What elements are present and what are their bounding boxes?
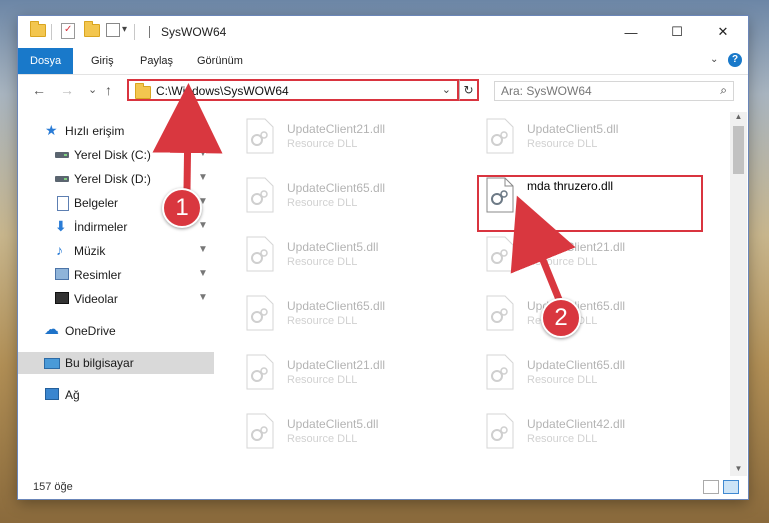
arrow-to-address-bar [152, 83, 223, 191]
arrow-to-file [510, 195, 576, 304]
annotation-arrows [152, 83, 576, 304]
step-2-badge: 2 [541, 298, 581, 338]
step-1-badge: 1 [162, 188, 202, 228]
